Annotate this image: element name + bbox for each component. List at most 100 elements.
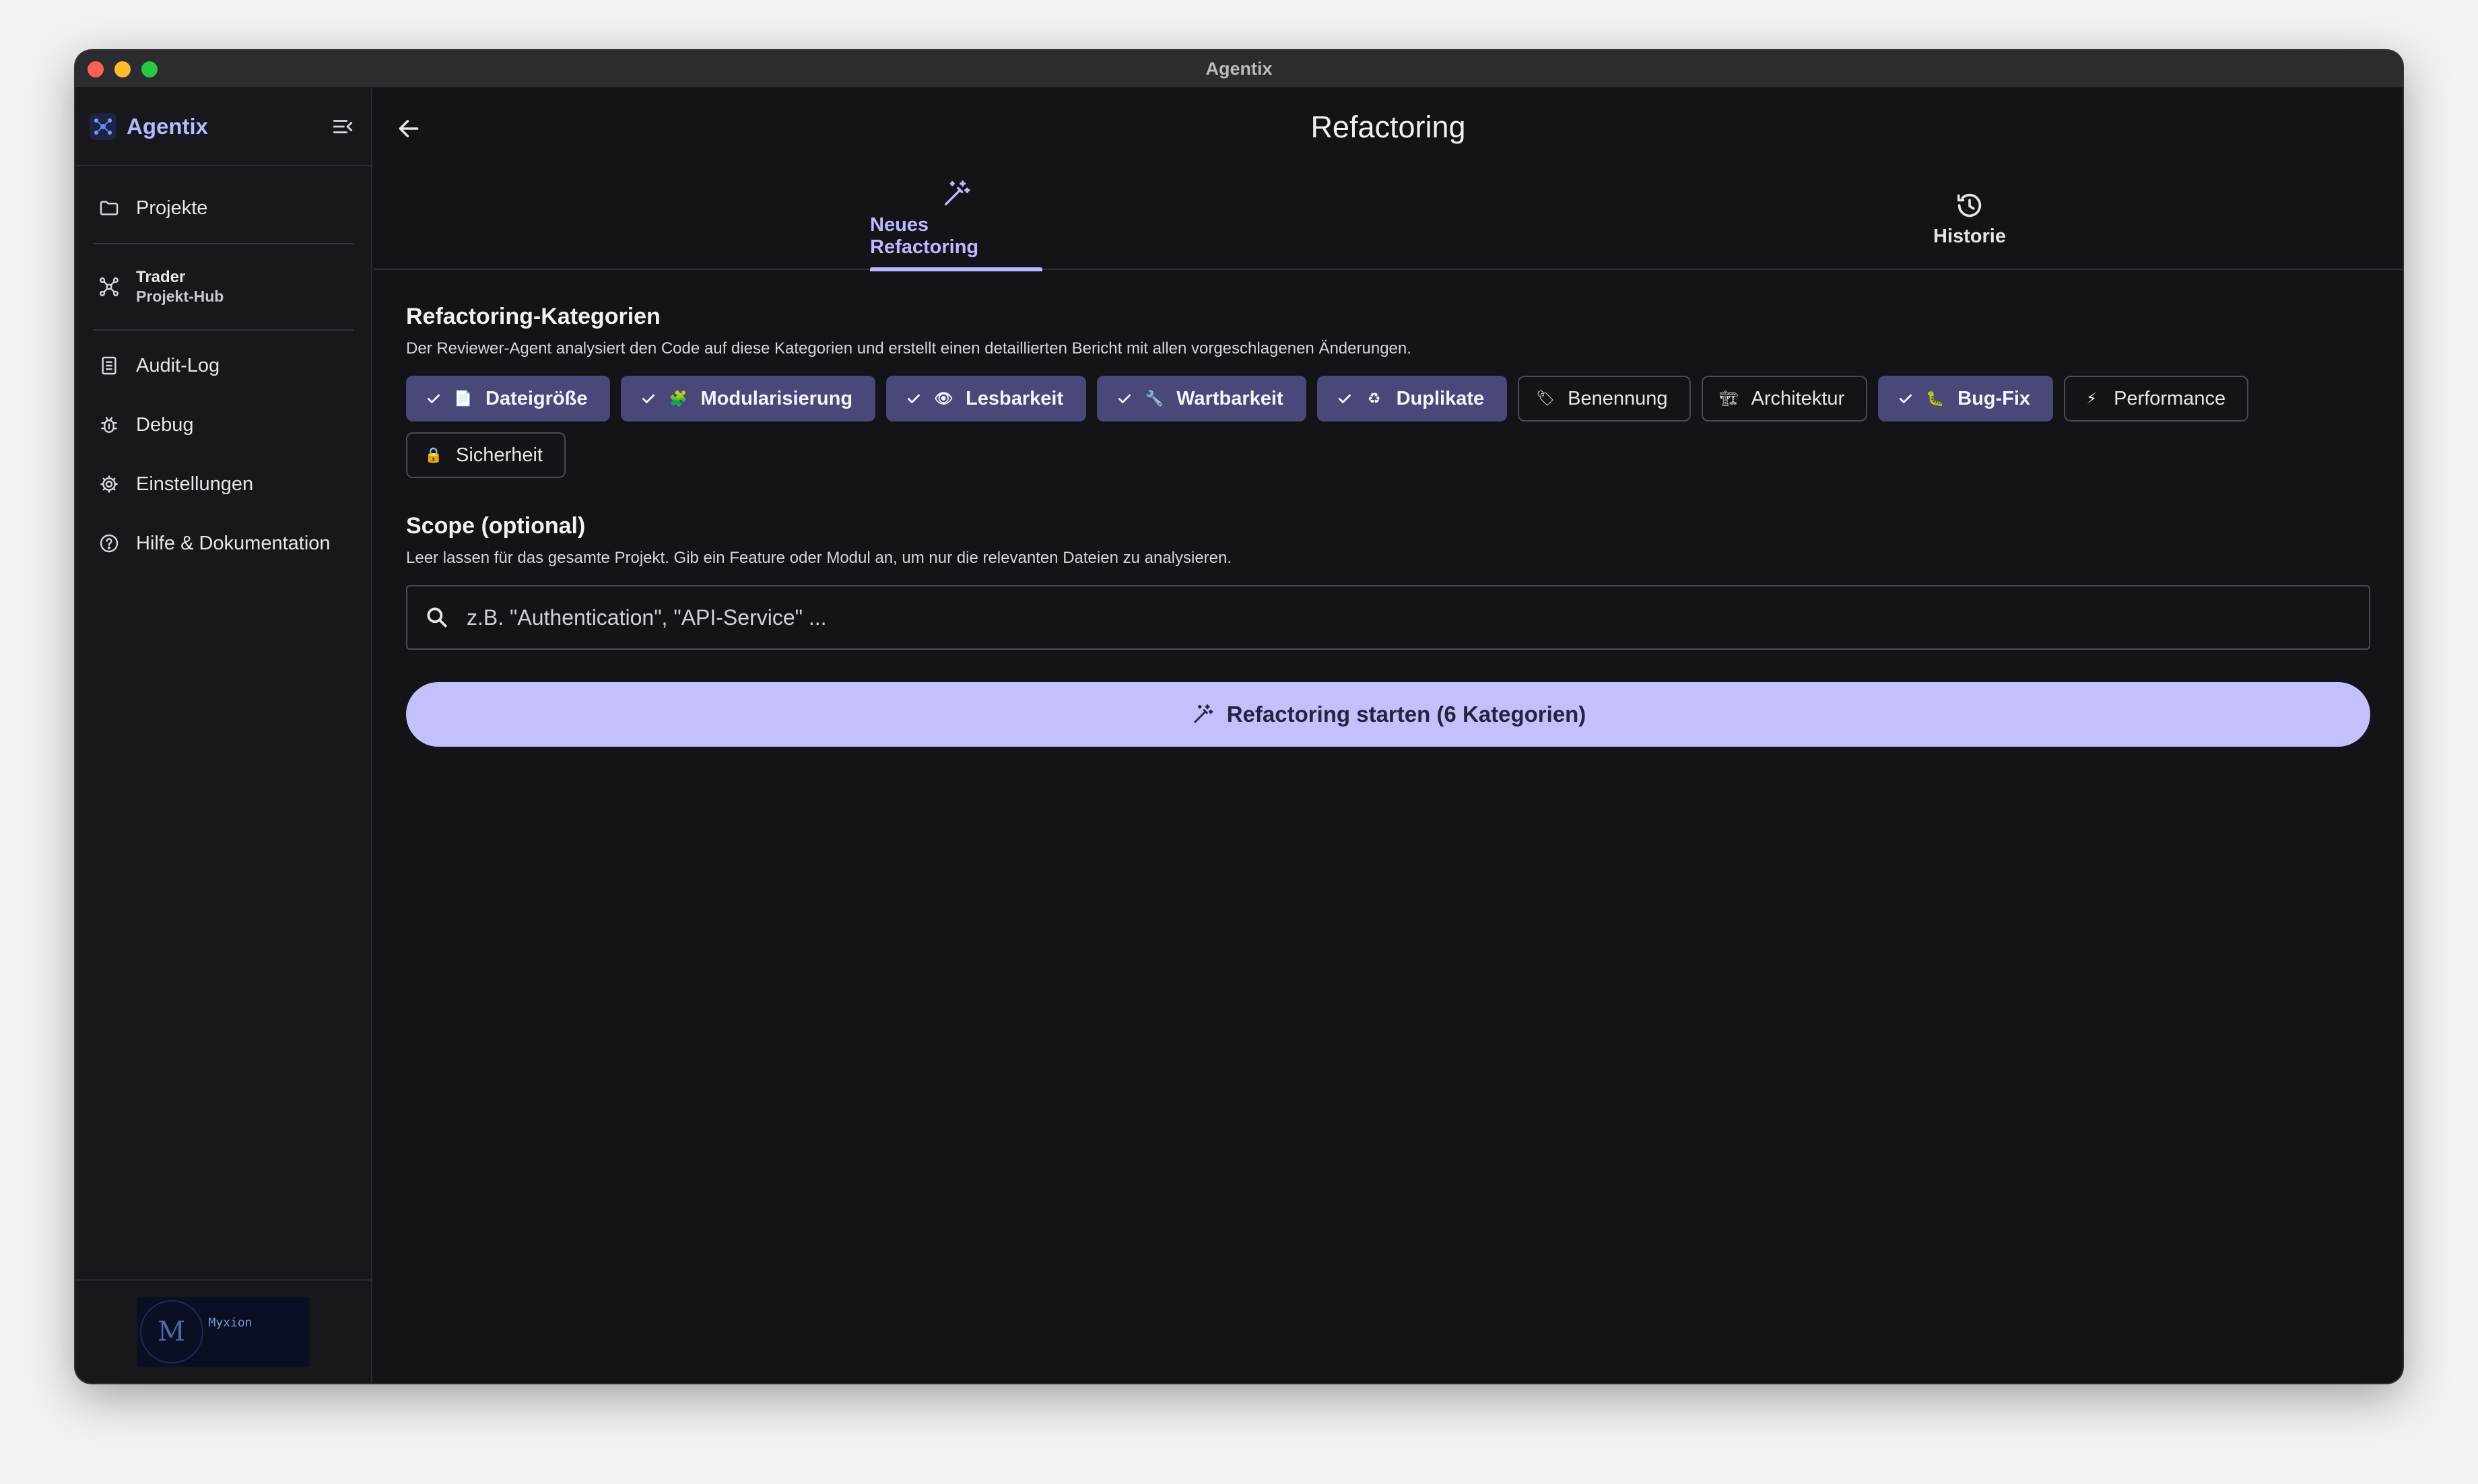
category-chip-label: Benennung [1568,387,1668,409]
scope-input[interactable] [467,605,2354,630]
sidebar-item-label: Hilfe & Dokumentation [136,532,331,554]
project-name: Trader Projekt-Hub [136,268,224,306]
active-tab-indicator [870,267,1042,271]
tab-label: Neues Refactoring [870,214,979,258]
sidebar-divider [93,243,354,244]
category-chip-3[interactable]: 🔧 Wartbarkeit [1097,376,1306,421]
category-chip-label: Modularisierung [700,387,853,409]
sidebar: Agentix Projekte Trader Projekt-Hub Audi… [75,88,372,1383]
refactoring-form: Refactoring-Kategorien Der Reviewer-Agen… [374,270,2403,747]
category-emoji-icon: 🐛 [1926,390,1945,407]
sidebar-item-label: Projekte [136,197,208,219]
window-title: Agentix [1205,58,1273,79]
tab-label: Historie [1933,225,2006,247]
agentix-logo-icon [89,112,117,141]
sidebar-item-hilfe[interactable]: Hilfe & Dokumentation [75,514,371,573]
category-chip-9[interactable]: 🔒 Sicherheit [406,432,566,478]
sidebar-item-audit-log[interactable]: Audit-Log [75,336,371,395]
check-icon [904,389,924,409]
magic-wand-icon [1191,702,1215,727]
category-emoji-icon: 📄 [454,390,473,407]
arrow-left-icon [399,120,419,137]
tab-historie[interactable]: Historie [1889,166,2050,270]
page-header: Refactoring [374,88,2403,166]
app-window: Agentix Agentix Projekte Trader Projekt-… [75,50,2403,1383]
start-button-label: Refactoring starten (6 Kategorien) [1226,702,1586,727]
category-chip-1[interactable]: 🧩 Modularisierung [621,376,876,421]
bug-icon [97,413,121,437]
category-chip-2[interactable]: 👁 Lesbarkeit [886,376,1087,421]
myxion-emblem-icon: M [139,1300,203,1363]
gear-icon [97,472,121,496]
category-chip-0[interactable]: 📄 Dateigröße [406,376,611,421]
sidebar-item-projekte[interactable]: Projekte [75,178,371,238]
category-chip-label: Lesbarkeit [966,387,1064,409]
check-icon [424,389,444,409]
close-window-button[interactable] [88,61,104,77]
scope-title: Scope (optional) [406,513,586,539]
check-icon [1114,389,1135,409]
minimize-window-button[interactable] [114,61,131,77]
category-chip-label: Architektur [1751,387,1845,409]
category-chip-6[interactable]: 🏗 Architektur [1701,376,1868,421]
category-chip-7[interactable]: 🐛 Bug-Fix [1878,376,2054,421]
window-controls [88,61,158,77]
sidebar-item-trader-project[interactable]: Trader Projekt-Hub [75,250,371,324]
categories-description: Der Reviewer-Agent analysiert den Code a… [406,339,1411,358]
sidebar-item-label: Audit-Log [136,354,220,376]
category-chip-label: Duplikate [1396,387,1485,409]
back-button[interactable] [394,114,424,143]
myxion-logo: M Myxion [137,1297,310,1367]
magic-wand-icon [940,178,972,210]
sidebar-footer: M Myxion [75,1279,371,1383]
category-emoji-icon: 🔒 [424,446,443,463]
sidebar-item-debug[interactable]: Debug [75,395,371,454]
category-chip-label: Wartbarkeit [1176,387,1283,409]
tab-bar: Neues Refactoring Historie [374,166,2403,271]
category-emoji-icon: 🏷 [1536,390,1555,407]
check-icon [1335,389,1355,409]
sidebar-item-label: Einstellungen [136,473,254,495]
myxion-logo-label: Myxion [208,1316,253,1330]
category-emoji-icon: 🧩 [669,390,688,407]
title-bar: Agentix [75,50,2403,88]
category-chip-label: Sicherheit [456,444,543,466]
check-icon [638,389,659,409]
check-icon [1896,389,1916,409]
category-emoji-icon: 👁 [934,390,953,407]
folder-icon [97,196,121,220]
category-chip-5[interactable]: 🏷 Benennung [1518,376,1691,421]
sidebar-item-label: Debug [136,413,194,436]
category-chip-label: Bug-Fix [1957,387,2031,409]
category-chip-label: Performance [2114,387,2226,409]
tab-neues-refactoring[interactable]: Neues Refactoring [870,166,1042,271]
audit-log-icon [97,353,121,378]
category-emoji-icon: ⚡ [2086,390,2097,407]
category-chip-4[interactable]: ♻ Duplikate [1316,376,1508,421]
maximize-window-button[interactable] [141,61,158,77]
help-icon [97,531,121,555]
category-emoji-icon: ♻ [1367,390,1381,407]
page-title: Refactoring [1310,110,1466,144]
hub-icon [97,275,121,299]
scope-search-box[interactable] [406,585,2370,650]
search-icon [422,603,452,632]
scope-description: Leer lassen für das gesamte Projekt. Gib… [406,549,1232,567]
sidebar-item-einstellungen[interactable]: Einstellungen [75,454,371,514]
menu-collapse-icon [333,120,353,133]
category-chips: 📄 Dateigröße 🧩 Modularisierung 👁 Lesbarkeit 🔧 W… [406,376,2291,478]
project-name-line1: Trader [136,267,186,286]
project-name-line2: Projekt-Hub [136,287,224,305]
history-icon [1953,189,1986,222]
category-emoji-icon: 🔧 [1145,390,1164,407]
main-content: Refactoring Neues Refactoring Historie R… [374,88,2403,1383]
category-emoji-icon: 🏗 [1719,390,1739,407]
sidebar-brand: Agentix [75,88,371,166]
category-chip-8[interactable]: ⚡ Performance [2064,376,2249,421]
sidebar-divider [93,329,354,331]
category-chip-label: Dateigröße [485,387,588,409]
brand-name: Agentix [127,114,209,139]
categories-title: Refactoring-Kategorien [406,304,661,329]
start-refactoring-button[interactable]: Refactoring starten (6 Kategorien) [406,682,2370,747]
collapse-sidebar-button[interactable] [328,112,358,141]
